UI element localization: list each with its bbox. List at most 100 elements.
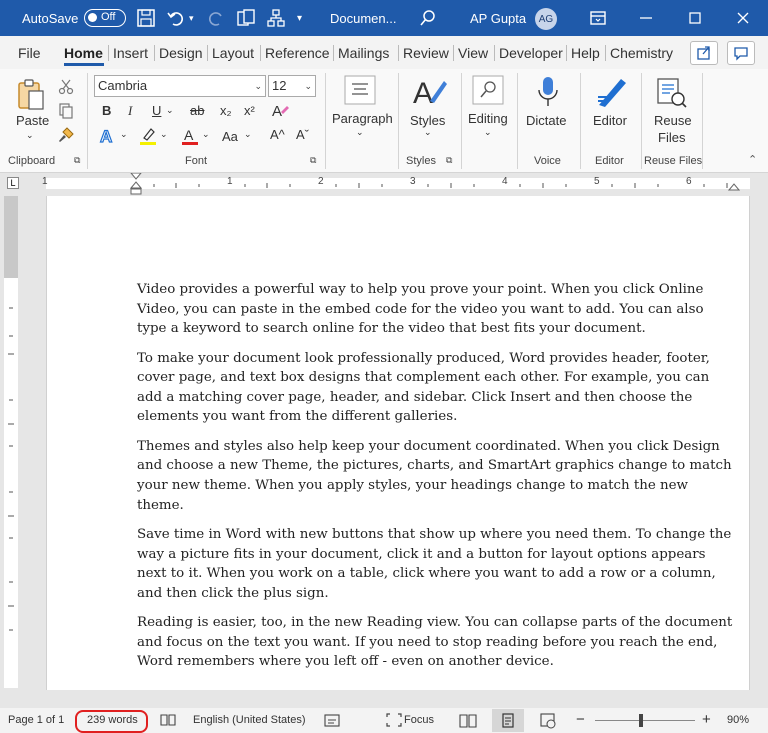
indent-marker-icon[interactable] [130, 173, 142, 195]
styles-button[interactable]: A Styles ⌄ [404, 73, 456, 149]
reuse-files-button[interactable]: Reuse Files [646, 73, 700, 149]
horizontal-ruler[interactable]: L 1 1 2 3 4 5 6 [0, 173, 768, 195]
zoom-slider-thumb[interactable] [639, 714, 643, 727]
tab-divider [108, 45, 109, 61]
maximize-icon[interactable] [685, 8, 705, 28]
chevron-down-icon[interactable]: ⌄ [160, 129, 168, 140]
editor-button[interactable]: Editor [585, 73, 637, 149]
paragraph-4[interactable]: Save time in Word with new buttons that … [137, 525, 737, 603]
styles-launcher-icon[interactable]: ⧉ [446, 155, 452, 166]
comments-button[interactable] [727, 41, 755, 65]
tab-selector-icon[interactable]: L [7, 177, 19, 189]
superscript-button[interactable]: x² [244, 103, 255, 118]
undo-icon[interactable] [166, 8, 186, 28]
ruler-mark: 6 [686, 176, 692, 187]
web-layout-button[interactable] [532, 709, 564, 732]
zoom-level[interactable]: 90% [727, 714, 749, 726]
customize-qat-icon[interactable]: ▾ [297, 0, 302, 36]
font-color-icon[interactable]: A [180, 126, 200, 146]
tree-icon[interactable] [266, 8, 286, 28]
zoom-out-button[interactable]: − [576, 711, 585, 728]
tab-view[interactable]: View [458, 45, 488, 61]
print-layout-button[interactable] [492, 709, 524, 732]
tab-insert[interactable]: Insert [113, 45, 148, 61]
tab-design[interactable]: Design [159, 45, 203, 61]
ribbon-tabs: File Home Insert Design Layout Reference… [0, 36, 768, 69]
avatar[interactable]: AG [535, 8, 557, 30]
tab-references[interactable]: Reference [265, 45, 330, 61]
zoom-slider[interactable] [595, 720, 695, 721]
paragraph-5[interactable]: Reading is easier, too, in the new Readi… [137, 613, 737, 672]
clipboard-launcher-icon[interactable]: ⧉ [74, 155, 80, 166]
ribbon-display-icon[interactable] [588, 8, 608, 28]
search-icon[interactable] [418, 8, 438, 28]
grow-font-button[interactable]: A^ [270, 127, 285, 142]
ruler-mark: 4 [502, 176, 508, 187]
read-mode-button[interactable] [452, 709, 484, 732]
language[interactable]: English (United States) [193, 714, 306, 726]
paragraph-button[interactable]: Paragraph ⌄ [330, 73, 393, 149]
word-count[interactable]: 239 words [87, 714, 138, 726]
document-body[interactable]: Video provides a powerful way to help yo… [137, 280, 737, 682]
font-size-value: 12 [272, 78, 287, 93]
editing-button[interactable]: Editing ⌄ [466, 73, 512, 149]
format-painter-icon[interactable] [58, 127, 74, 143]
tab-layout[interactable]: Layout [212, 45, 254, 61]
close-icon[interactable] [733, 8, 753, 28]
tab-help[interactable]: Help [571, 45, 600, 61]
save-icon[interactable] [136, 8, 156, 28]
clipboard-group-label: Clipboard [8, 155, 56, 167]
copy-icon[interactable] [58, 103, 74, 119]
italic-button[interactable]: I [128, 103, 132, 119]
shrink-font-button[interactable]: Aˇ [296, 127, 309, 142]
copy-pages-icon[interactable] [236, 8, 256, 28]
chevron-down-icon[interactable]: ⌄ [202, 129, 210, 140]
chevron-down-icon[interactable]: ⌄ [166, 105, 174, 116]
zoom-in-button[interactable]: + [702, 711, 711, 728]
document-page[interactable]: Video provides a powerful way to help yo… [46, 196, 750, 690]
tab-chemistry[interactable]: Chemistry [610, 45, 673, 61]
paragraph-1[interactable]: Video provides a powerful way to help yo… [137, 280, 737, 339]
chevron-down-icon[interactable]: ⌄ [120, 129, 128, 140]
strikethrough-button[interactable]: ab [190, 103, 204, 118]
clear-formatting-icon[interactable]: A [270, 102, 290, 120]
bold-button[interactable]: B [102, 103, 111, 118]
redo-icon[interactable] [206, 8, 226, 28]
chevron-down-icon[interactable]: ⌄ [244, 129, 252, 140]
paragraph-3[interactable]: Themes and styles also help keep your do… [137, 437, 737, 515]
share-button[interactable] [690, 41, 718, 65]
page-count[interactable]: Page 1 of 1 [8, 714, 64, 726]
cut-icon[interactable] [58, 79, 74, 95]
proofing-icon[interactable] [160, 713, 176, 727]
accessibility-icon[interactable] [324, 714, 340, 727]
tab-file[interactable]: File [18, 45, 41, 61]
paste-button[interactable]: Paste ⌄ [8, 75, 54, 149]
tab-home[interactable]: Home [64, 45, 103, 61]
tab-divider [154, 45, 155, 61]
chevron-down-icon: ⌄ [356, 127, 364, 137]
subscript-button[interactable]: x₂ [220, 103, 232, 118]
font-name-select[interactable]: Cambria ⌄ [94, 75, 266, 97]
focus-icon[interactable] [386, 713, 402, 727]
voice-group-label: Voice [534, 155, 561, 167]
tab-developer[interactable]: Developer [499, 45, 563, 61]
editor-group-label: Editor [595, 155, 624, 167]
tab-review[interactable]: Review [403, 45, 449, 61]
right-indent-icon[interactable] [728, 182, 740, 192]
font-launcher-icon[interactable]: ⧉ [310, 155, 316, 166]
autosave-toggle[interactable]: Off [84, 9, 126, 27]
focus-label[interactable]: Focus [404, 714, 434, 726]
vertical-ruler[interactable] [4, 196, 18, 688]
tab-mailings[interactable]: Mailings [338, 45, 389, 61]
text-effects-icon[interactable]: A [98, 126, 118, 146]
font-size-select[interactable]: 12 ⌄ [268, 75, 316, 97]
change-case-button[interactable]: Aa [222, 129, 238, 144]
ruler-ticks [153, 183, 728, 188]
highlight-icon[interactable] [138, 126, 158, 146]
undo-dropdown-icon[interactable]: ▾ [189, 0, 194, 36]
minimize-icon[interactable] [636, 8, 656, 28]
collapse-ribbon-icon[interactable]: ⌃ [748, 153, 757, 166]
paragraph-2[interactable]: To make your document look professionall… [137, 349, 737, 427]
dictate-button[interactable]: Dictate [522, 73, 574, 149]
underline-button[interactable]: U [152, 103, 161, 118]
